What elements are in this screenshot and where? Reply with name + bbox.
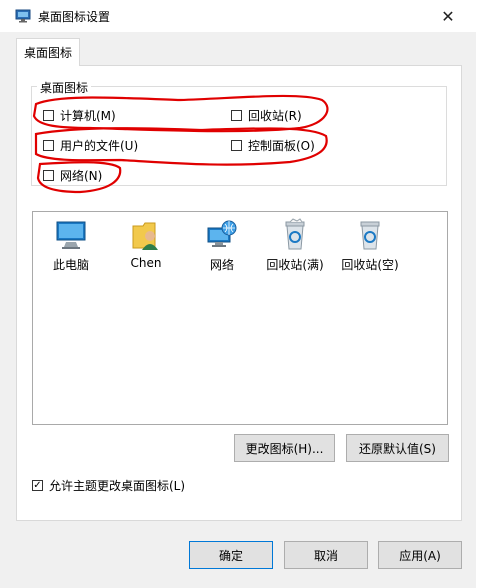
recycle-bin-full-icon — [285, 218, 305, 250]
user-folder-icon — [132, 222, 158, 250]
checkbox-label: 用户的文件(U) — [60, 139, 139, 153]
cancel-button[interactable]: 取消 — [284, 541, 368, 569]
checkbox-box[interactable] — [43, 140, 54, 151]
ok-button[interactable]: 确定 — [189, 541, 273, 569]
checkbox-label: 允许主题更改桌面图标(L) — [49, 479, 186, 493]
close-button[interactable]: ✕ — [434, 2, 462, 30]
checkbox-label: 控制面板(O) — [248, 139, 315, 153]
checkbox-box[interactable] — [231, 110, 242, 121]
close-icon: ✕ — [441, 6, 455, 26]
checkbox-box[interactable]: ✓ — [32, 480, 43, 491]
apply-button[interactable]: 应用(A) — [378, 541, 462, 569]
icon-label: 回收站(空) — [341, 258, 399, 272]
button-label: 确定 — [218, 548, 243, 563]
checkbox-label: 网络(N) — [60, 169, 103, 183]
change-icon-button[interactable]: 更改图标(H)... — [234, 434, 335, 462]
icon-item-this-pc[interactable]: 此电脑 — [36, 218, 106, 273]
group-label: 桌面图标 — [37, 79, 92, 96]
checkbox-recycle-bin[interactable]: 回收站(R) — [231, 107, 302, 124]
icon-list[interactable]: 此电脑 Chen 网络 回收站(满) 回收站(空) — [32, 211, 448, 425]
icon-item-user[interactable]: Chen — [111, 218, 181, 270]
restore-default-button[interactable]: 还原默认值(S) — [346, 434, 449, 462]
button-label: 应用(A) — [399, 548, 441, 563]
checkbox-box[interactable] — [43, 170, 54, 181]
computer-icon — [56, 221, 86, 249]
button-label: 还原默认值(S) — [359, 441, 436, 456]
icon-item-network[interactable]: 网络 — [187, 218, 257, 273]
checkbox-allow-themes[interactable]: ✓ 允许主题更改桌面图标(L) — [32, 477, 185, 494]
icon-label: 网络 — [209, 258, 234, 272]
checkbox-label: 计算机(M) — [60, 109, 116, 123]
button-label: 更改图标(H)... — [245, 441, 324, 456]
checkbox-computer[interactable]: 计算机(M) — [43, 107, 116, 124]
checkbox-box[interactable] — [43, 110, 54, 121]
checkbox-label: 回收站(R) — [248, 109, 302, 123]
checkbox-control-panel[interactable]: 控制面板(O) — [231, 137, 315, 154]
tab-panel: 桌面图标 计算机(M) 回收站(R) 用户的文件(U) 控制面板(O) 网络(N… — [16, 65, 462, 521]
icon-label: 此电脑 — [52, 258, 89, 272]
checkbox-box[interactable] — [231, 140, 242, 151]
desktop-icon-settings-dialog: 桌面图标设置 ✕ 桌面图标 桌面图标 计算机(M) 回收站(R) 用户的文件(U… — [0, 0, 476, 588]
icon-item-recycle-full[interactable]: 回收站(满) — [260, 218, 330, 273]
network-icon — [207, 220, 237, 247]
button-label: 取消 — [313, 548, 338, 563]
icon-label: 回收站(满) — [266, 258, 324, 272]
window-title: 桌面图标设置 — [38, 10, 111, 24]
tab-label: 桌面图标 — [23, 46, 72, 60]
tab-desktop-icons[interactable]: 桌面图标 — [16, 38, 80, 66]
checkbox-network[interactable]: 网络(N) — [43, 167, 102, 184]
title-bar: 桌面图标设置 ✕ — [0, 0, 476, 32]
recycle-bin-empty-icon — [360, 221, 380, 250]
desktop-settings-icon — [15, 9, 31, 23]
icon-item-recycle-empty[interactable]: 回收站(空) — [335, 218, 405, 273]
checkbox-user-files[interactable]: 用户的文件(U) — [43, 137, 138, 154]
checkmark-icon: ✓ — [33, 479, 42, 491]
icon-label: Chen — [130, 256, 162, 270]
